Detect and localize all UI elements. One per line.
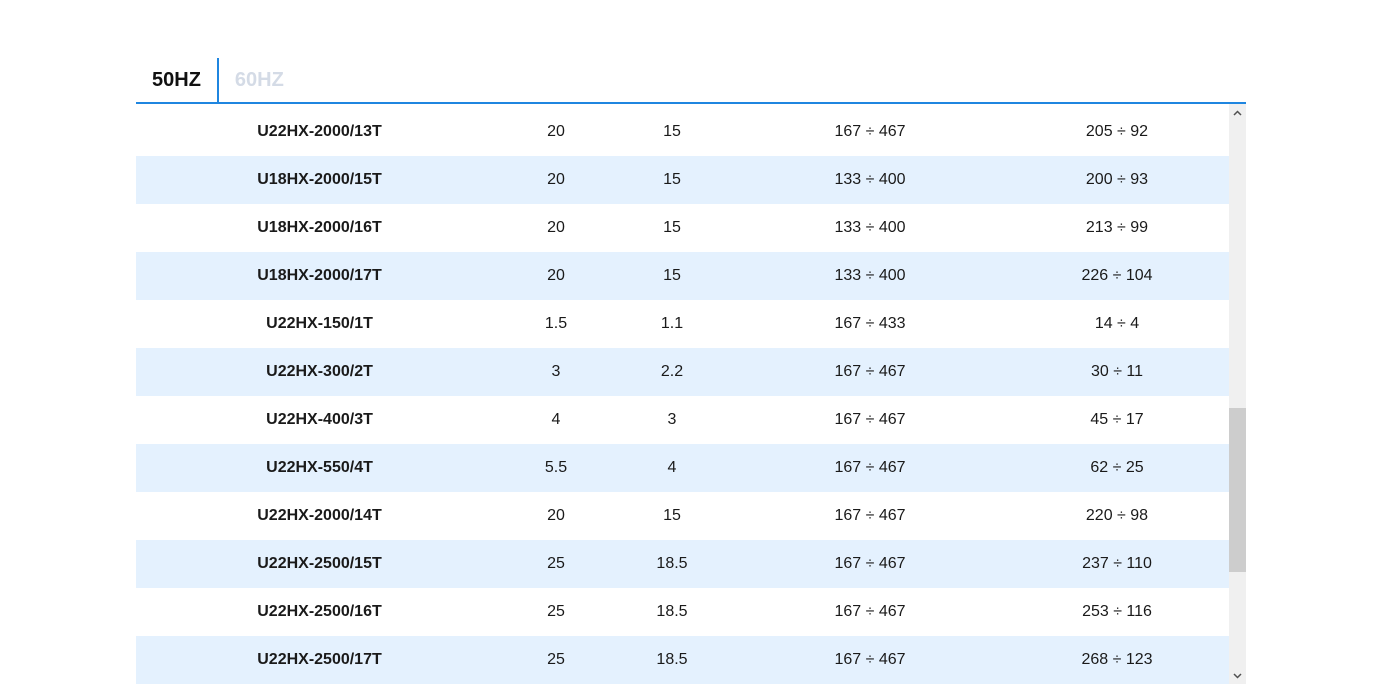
range-cell-2: 200 ÷ 93 — [1085, 171, 1149, 188]
table-row: U22HX-150/1T 1.5 1.1 167 ÷ 433 14 ÷ 4 — [136, 300, 1229, 348]
tab-60hz[interactable]: 60HZ — [219, 58, 300, 102]
value-cell-2: 2.2 — [660, 363, 684, 380]
value-cell-2: 3 — [667, 411, 677, 428]
value-cell-1: 5.5 — [544, 459, 568, 476]
vertical-scrollbar[interactable] — [1229, 104, 1246, 684]
value-cell-2: 15 — [663, 267, 681, 284]
range-cell-1: 133 ÷ 400 — [834, 171, 906, 188]
table-row: U22HX-2000/13T 20 15 167 ÷ 467 205 ÷ 92 — [136, 108, 1229, 156]
range-cell-2: 205 ÷ 92 — [1085, 123, 1149, 140]
model-cell: U22HX-2500/17T — [257, 651, 382, 668]
value-cell-1: 20 — [547, 267, 565, 284]
value-cell-2: 18.5 — [656, 651, 688, 668]
range-cell-1: 133 ÷ 400 — [834, 267, 906, 284]
value-cell-2: 15 — [663, 219, 681, 236]
table-row: U22HX-2500/15T 25 18.5 167 ÷ 467 237 ÷ 110 — [136, 540, 1229, 588]
range-cell-1: 167 ÷ 467 — [834, 507, 906, 524]
value-cell-1: 25 — [547, 603, 565, 620]
range-cell-1: 133 ÷ 400 — [834, 219, 906, 236]
scroll-up-button[interactable] — [1229, 104, 1246, 121]
range-cell-1: 167 ÷ 467 — [834, 555, 906, 572]
value-cell-2: 18.5 — [656, 555, 688, 572]
table-row: U22HX-300/2T 3 2.2 167 ÷ 467 30 ÷ 11 — [136, 348, 1229, 396]
model-cell: U22HX-2000/14T — [257, 507, 382, 524]
value-cell-2: 15 — [663, 171, 681, 188]
tab-bar: 50HZ 60HZ — [136, 58, 1246, 104]
value-cell-1: 20 — [547, 219, 565, 236]
value-cell-1: 20 — [547, 171, 565, 188]
value-cell-1: 3 — [551, 363, 561, 380]
model-cell: U22HX-400/3T — [266, 411, 373, 428]
table-row: U22HX-2500/16T 25 18.5 167 ÷ 467 253 ÷ 116 — [136, 588, 1229, 636]
pump-table-scroll-area[interactable]: U22HX-2000/13T 20 15 167 ÷ 467 205 ÷ 92 U18HX… — [136, 104, 1246, 684]
chevron-up-icon — [1233, 109, 1242, 116]
range-cell-2: 213 ÷ 99 — [1085, 219, 1149, 236]
range-cell-1: 167 ÷ 467 — [834, 459, 906, 476]
value-cell-1: 25 — [547, 555, 565, 572]
value-cell-2: 1.1 — [660, 315, 684, 332]
pump-table: U22HX-2000/13T 20 15 167 ÷ 467 205 ÷ 92 U18HX… — [136, 108, 1229, 684]
table-row: U18HX-2000/16T 20 15 133 ÷ 400 213 ÷ 99 — [136, 204, 1229, 252]
table-row: U22HX-2500/17T 25 18.5 167 ÷ 467 268 ÷ 123 — [136, 636, 1229, 684]
model-cell: U22HX-300/2T — [266, 363, 373, 380]
model-cell: U18HX-2000/16T — [257, 219, 382, 236]
model-cell: U18HX-2000/15T — [257, 171, 382, 188]
scrollbar-thumb[interactable] — [1229, 408, 1246, 572]
range-cell-2: 14 ÷ 4 — [1094, 315, 1140, 332]
range-cell-1: 167 ÷ 467 — [834, 603, 906, 620]
range-cell-1: 167 ÷ 467 — [834, 411, 906, 428]
model-cell: U22HX-2500/15T — [257, 555, 382, 572]
value-cell-1: 1.5 — [544, 315, 568, 332]
range-cell-2: 226 ÷ 104 — [1081, 267, 1153, 284]
range-cell-2: 268 ÷ 123 — [1081, 651, 1153, 668]
model-cell: U18HX-2000/17T — [257, 267, 382, 284]
value-cell-2: 15 — [663, 507, 681, 524]
range-cell-1: 167 ÷ 467 — [834, 123, 906, 140]
tab-50hz[interactable]: 50HZ — [136, 58, 219, 102]
table-row: U18HX-2000/17T 20 15 133 ÷ 400 226 ÷ 104 — [136, 252, 1229, 300]
range-cell-2: 62 ÷ 25 — [1090, 459, 1144, 476]
value-cell-1: 25 — [547, 651, 565, 668]
scroll-down-button[interactable] — [1229, 667, 1246, 684]
range-cell-2: 30 ÷ 11 — [1090, 363, 1144, 380]
value-cell-2: 4 — [667, 459, 677, 476]
value-cell-1: 20 — [547, 123, 565, 140]
value-cell-2: 18.5 — [656, 603, 688, 620]
model-cell: U22HX-550/4T — [266, 459, 373, 476]
range-cell-1: 167 ÷ 467 — [834, 651, 906, 668]
range-cell-2: 237 ÷ 110 — [1082, 555, 1152, 572]
range-cell-2: 253 ÷ 116 — [1082, 603, 1152, 620]
frequency-panel: 50HZ 60HZ U22HX-2000/13T 20 15 167 ÷ 467 205… — [136, 58, 1246, 684]
table-row: U22HX-400/3T 4 3 167 ÷ 467 45 ÷ 17 — [136, 396, 1229, 444]
value-cell-1: 4 — [551, 411, 561, 428]
value-cell-2: 15 — [663, 123, 681, 140]
model-cell: U22HX-2000/13T — [257, 123, 382, 140]
chevron-down-icon — [1233, 672, 1242, 679]
table-row: U18HX-2000/15T 20 15 133 ÷ 400 200 ÷ 93 — [136, 156, 1229, 204]
model-cell: U22HX-2500/16T — [257, 603, 382, 620]
model-cell: U22HX-150/1T — [266, 315, 373, 332]
range-cell-1: 167 ÷ 433 — [834, 315, 906, 332]
range-cell-2: 45 ÷ 17 — [1090, 411, 1144, 428]
range-cell-1: 167 ÷ 467 — [834, 363, 906, 380]
table-row: U22HX-550/4T 5.5 4 167 ÷ 467 62 ÷ 25 — [136, 444, 1229, 492]
value-cell-1: 20 — [547, 507, 565, 524]
range-cell-2: 220 ÷ 98 — [1085, 507, 1149, 524]
table-row: U22HX-2000/14T 20 15 167 ÷ 467 220 ÷ 98 — [136, 492, 1229, 540]
